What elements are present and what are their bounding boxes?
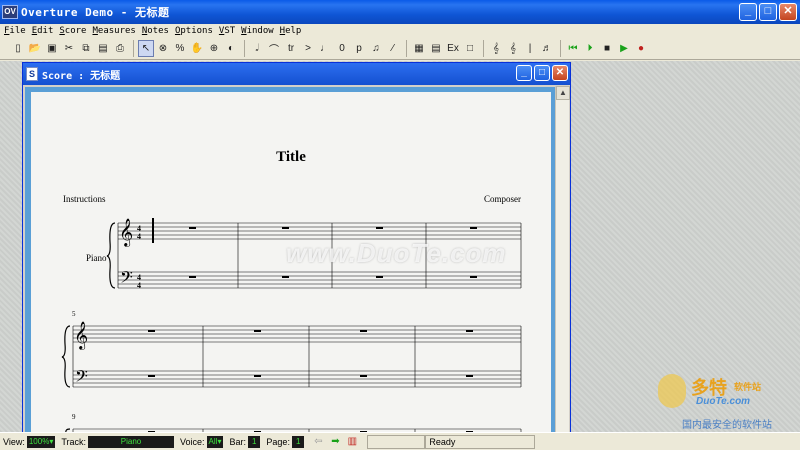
bass-clef-icon: 𝄢 <box>120 267 133 291</box>
score-window-title: Score : 无标题 <box>42 70 121 82</box>
treble-clef-icon: 𝄞 <box>74 321 88 350</box>
accent-icon[interactable]: > <box>300 40 316 57</box>
toolbar-separator <box>133 40 134 57</box>
maximize-button[interactable]: □ <box>759 3 777 21</box>
svg-text:4: 4 <box>137 281 141 290</box>
save-icon[interactable]: ▣ <box>44 40 60 57</box>
treble-clef-icon[interactable]: 𝄞 <box>488 40 504 57</box>
treble-clef-alt-icon[interactable]: 𝄞 <box>505 40 521 57</box>
page-label: Page: <box>266 436 290 447</box>
duote-logo: 多特 软件站 DuoTe.com 国内最安全的软件站 <box>656 372 796 431</box>
score-document-icon[interactable]: S <box>26 67 38 81</box>
toolbar-separator <box>560 40 561 57</box>
logo-en-text: DuoTe.com <box>696 396 751 407</box>
menu-bar: File Edit Score Measures Notes Options VST Wind… <box>0 24 800 38</box>
double-note-icon[interactable]: ♬ <box>539 40 555 57</box>
p-dynamic-icon[interactable]: p <box>351 40 367 57</box>
play-from-start-icon[interactable]: ⏵ <box>582 40 598 57</box>
staff-system-2 <box>61 325 522 388</box>
toolbar-separator <box>483 40 484 57</box>
vertical-scrollbar[interactable]: ▲ <box>555 86 570 435</box>
bar-label: Bar: <box>229 436 246 447</box>
percent-icon[interactable]: % <box>172 40 188 57</box>
voice-select[interactable]: All ▾ <box>206 435 224 448</box>
status-panel-empty <box>367 434 426 449</box>
scroll-up-arrow-icon[interactable]: ▲ <box>556 86 570 100</box>
score-window[interactable]: S Score : 无标题 _ □ ✕ Title Instructions C… <box>22 62 571 436</box>
toolbar-separator <box>406 40 407 57</box>
record-icon[interactable]: ● <box>633 40 649 57</box>
back-arrow-icon[interactable]: ⇦ <box>310 433 326 450</box>
rewind-icon[interactable]: ⏮ <box>565 40 581 57</box>
logo-cn-small: 软件站 <box>734 382 762 392</box>
keyboard-icon[interactable]: ▦ <box>411 40 427 57</box>
window-title: Overture Demo - 无标题 <box>21 6 170 19</box>
score-page[interactable]: Title Instructions Composer Piano 5 9 𝄞 … <box>31 92 551 433</box>
play-icon[interactable]: ▶ <box>616 40 632 57</box>
app-icon[interactable]: OV <box>2 5 18 19</box>
system-2-marks: 𝄞 𝄢 <box>74 321 473 390</box>
status-bar: View: 100% ▾ Track: Piano Voice: All ▾ Bar… <box>0 432 800 450</box>
main-title-bar[interactable]: OV Overture Demo - 无标题 _ □ ✕ <box>0 0 800 24</box>
trill-icon[interactable]: tr <box>283 40 299 57</box>
toolbar: ▯ 📂 ▣ ✂ ⧉ ▤ ⎙ ↖ ⊗% ✋ ⊕ ◐ 𝅗𝅥 ⌒ tr > ♩ 0 p ♫ ⁄ ▦ ▤ Ex □ 𝄞 𝄞 | ♬ ⏮ ⏵ ■ ▶ ● <box>0 38 800 60</box>
menu-vst[interactable]: VST <box>219 26 235 36</box>
menu-edit[interactable]: Edit <box>32 26 54 36</box>
menu-measures[interactable]: Measures <box>92 26 135 36</box>
menu-notes[interactable]: Notes <box>142 26 169 36</box>
print-icon[interactable]: ⎙ <box>112 40 128 57</box>
open-folder-icon[interactable]: 📂 <box>27 40 43 57</box>
track-select[interactable]: Piano <box>88 435 175 448</box>
status-text: Ready <box>425 434 536 449</box>
box-icon[interactable]: □ <box>462 40 478 57</box>
logo-face-icon <box>658 374 686 408</box>
minimize-button[interactable]: _ <box>739 3 757 21</box>
close-button[interactable]: ✕ <box>779 3 797 21</box>
copy-icon[interactable]: ⧉ <box>78 40 94 57</box>
paste-icon[interactable]: ▤ <box>95 40 111 57</box>
slur-icon[interactable]: ⁄ <box>385 40 401 57</box>
menu-window[interactable]: Window <box>241 26 274 36</box>
hand-icon[interactable]: ✋ <box>189 40 205 57</box>
stop-icon[interactable]: ■ <box>599 40 615 57</box>
menu-score[interactable]: Score <box>59 26 86 36</box>
menu-options[interactable]: Options <box>175 26 213 36</box>
score-title-bar[interactable]: S Score : 无标题 _ □ ✕ <box>23 63 570 85</box>
zoom-icon[interactable]: ⊕ <box>206 40 222 57</box>
menu-help[interactable]: Help <box>280 26 302 36</box>
bar-field[interactable]: 1 <box>247 435 261 448</box>
tie-icon[interactable]: ⌒ <box>266 40 282 57</box>
score-minimize-button[interactable]: _ <box>516 65 532 81</box>
voice-label: Voice: <box>180 436 205 447</box>
toolbar-separator <box>244 40 245 57</box>
cut-icon[interactable]: ✂ <box>61 40 77 57</box>
score-maximize-button[interactable]: □ <box>534 65 550 81</box>
spreadsheet-icon[interactable]: ▤ <box>428 40 444 57</box>
score-canvas-frame: Title Instructions Composer Piano 5 9 𝄞 … <box>25 87 555 433</box>
speaker-icon[interactable]: ◐ <box>223 40 239 57</box>
view-label: View: <box>3 436 25 447</box>
barline-icon[interactable]: | <box>522 40 538 57</box>
expression-icon[interactable]: Ex <box>445 40 461 57</box>
eraser-icon[interactable]: ⊗ <box>155 40 171 57</box>
logo-tagline: 国内最安全的软件站 <box>682 420 772 431</box>
svg-text:4: 4 <box>137 232 141 241</box>
half-note-icon[interactable]: 𝅗𝅥 <box>249 40 265 57</box>
beamed-notes-icon[interactable]: ♫ <box>368 40 384 57</box>
bass-clef-icon: 𝄢 <box>75 366 88 390</box>
zero-icon[interactable]: 0 <box>334 40 350 57</box>
track-label: Track: <box>61 436 87 447</box>
treble-clef-icon: 𝄞 <box>119 218 133 247</box>
watermark-text: www.DuoTe.com <box>286 238 507 268</box>
pointer-icon[interactable]: ↖ <box>138 40 154 57</box>
page-field[interactable]: 1 <box>291 435 305 448</box>
quarter-note-icon[interactable]: ♩ <box>317 40 333 57</box>
new-document-icon[interactable]: ▯ <box>10 40 26 57</box>
keyboard-input-icon[interactable]: ▥ <box>344 433 360 450</box>
score-close-button[interactable]: ✕ <box>552 65 568 81</box>
forward-arrow-icon[interactable]: ➡ <box>327 433 343 450</box>
view-zoom-select[interactable]: 100% ▾ <box>26 435 56 448</box>
menu-file[interactable]: File <box>4 26 26 36</box>
